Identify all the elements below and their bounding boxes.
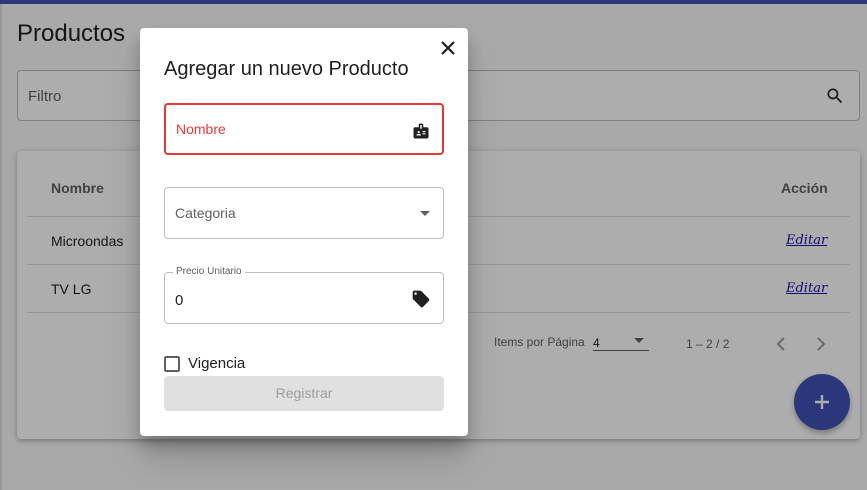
tag-icon — [412, 290, 430, 308]
price-field[interactable]: Precio Unitario 0 — [164, 266, 444, 324]
id-badge-icon — [413, 123, 429, 139]
dialog-title: Agregar un nuevo Producto — [164, 58, 409, 80]
price-field-label: Precio Unitario — [173, 266, 245, 277]
price-field-value: 0 — [175, 292, 184, 309]
dropdown-arrow-icon — [420, 211, 430, 216]
category-select[interactable]: Categoria — [164, 187, 444, 239]
validity-checkbox[interactable] — [164, 356, 180, 372]
register-button[interactable]: Registrar — [164, 376, 444, 411]
name-field-label: Nombre — [176, 121, 226, 137]
validity-checkbox-label[interactable]: Vigencia — [188, 355, 245, 372]
category-field-label: Categoria — [175, 205, 236, 221]
name-field[interactable]: Nombre — [164, 103, 444, 155]
close-icon[interactable] — [438, 38, 458, 58]
add-product-dialog: Agregar un nuevo Producto Nombre Categor… — [140, 28, 468, 436]
